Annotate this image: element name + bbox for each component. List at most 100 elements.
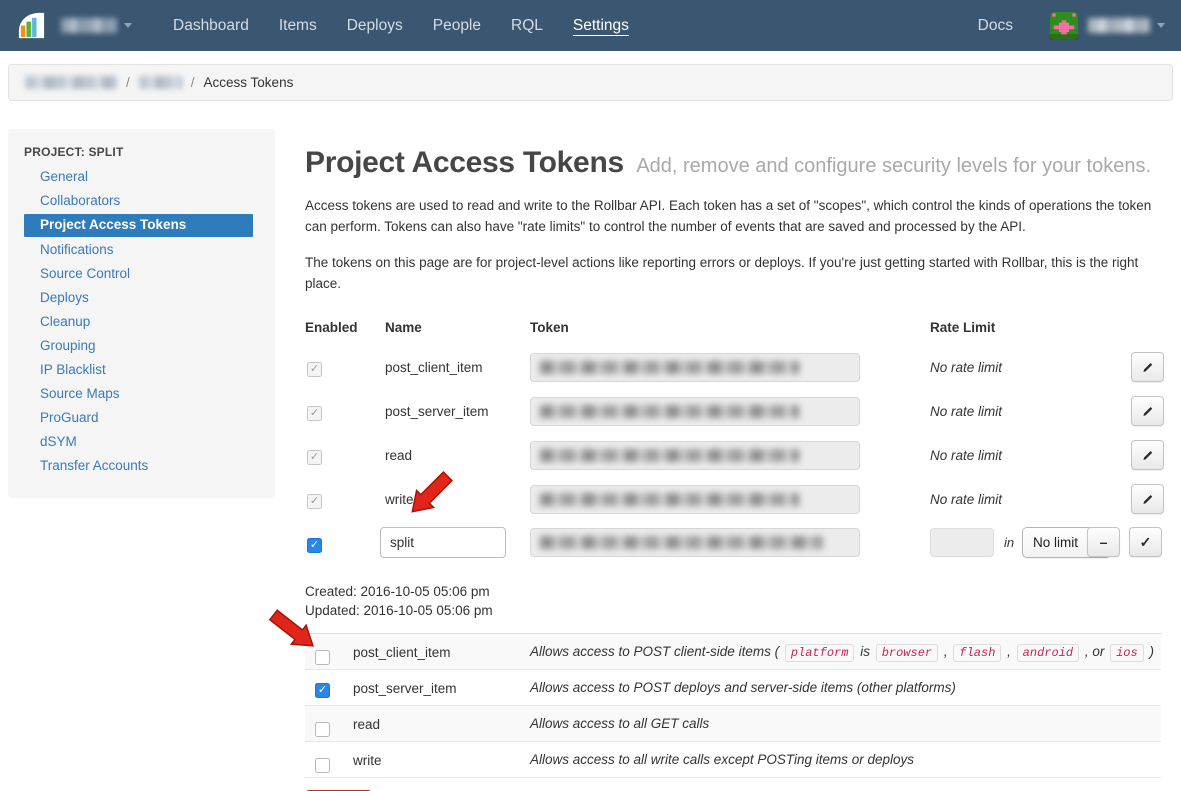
edit-token-button[interactable] — [1131, 396, 1164, 426]
sidebar-item[interactable]: IP Blacklist — [8, 358, 275, 382]
token-value-redacted[interactable] — [530, 353, 860, 382]
nav-right: Docs — [963, 12, 1165, 40]
sidebar-header: PROJECT: SPLIT — [8, 145, 275, 165]
breadcrumb-account-redacted[interactable] — [25, 76, 117, 89]
sidebar-item[interactable]: General — [8, 165, 275, 189]
edit-token-button[interactable] — [1131, 352, 1164, 382]
token-name: write — [385, 492, 414, 507]
breadcrumb-project-redacted[interactable] — [139, 76, 182, 89]
edit-token-button[interactable] — [1131, 440, 1164, 470]
scope-checkbox[interactable] — [315, 650, 330, 665]
remove-token-button[interactable]: – — [1087, 527, 1120, 557]
intro-paragraph: The tokens on this page are for project-… — [305, 252, 1161, 294]
token-name: post_client_item — [385, 360, 483, 375]
header-enabled: Enabled — [305, 320, 358, 335]
chevron-down-icon — [124, 23, 132, 28]
sidebar-item[interactable]: dSYM — [8, 430, 275, 454]
settings-sidebar: PROJECT: SPLIT General Collaborators Pro… — [8, 129, 275, 498]
sidebar-item[interactable]: Grouping — [8, 334, 275, 358]
nav-link[interactable]: Settings — [558, 17, 644, 35]
sidebar-item[interactable]: Project Access Tokens — [24, 214, 253, 237]
code-badge: browser — [876, 644, 938, 662]
scope-checkbox[interactable]: ✓ — [315, 683, 330, 698]
username-redacted[interactable] — [1088, 18, 1150, 33]
content: PROJECT: SPLIT General Collaborators Pro… — [0, 129, 1181, 791]
scope-description: Allows access to all GET calls — [530, 716, 709, 731]
chevron-down-icon — [1157, 23, 1165, 28]
code-badge: platform — [785, 644, 855, 662]
intro-paragraph: Access tokens are used to read and write… — [305, 195, 1161, 237]
sidebar-item[interactable]: Transfer Accounts — [8, 454, 275, 478]
nav-link[interactable]: Deploys — [332, 17, 418, 35]
header-name: Name — [385, 320, 422, 335]
main-panel: Project Access Tokens Add, remove and co… — [305, 129, 1161, 791]
project-switcher[interactable] — [61, 18, 132, 33]
code-badge: android — [1017, 644, 1079, 662]
docs-link[interactable]: Docs — [963, 17, 1028, 35]
edit-token-button[interactable] — [1131, 484, 1164, 514]
sidebar-item[interactable]: Cleanup — [8, 310, 275, 334]
created-label: Created: 2016-10-05 05:06 pm — [305, 582, 1161, 601]
confirm-token-button[interactable]: ✓ — [1129, 527, 1162, 557]
sidebar-item[interactable]: Source Control — [8, 262, 275, 286]
rate-limit-input[interactable] — [930, 528, 994, 557]
token-value-redacted[interactable] — [530, 397, 860, 426]
nav-link[interactable]: People — [418, 17, 496, 35]
scope-description: Allows access to POST deploys and server… — [530, 680, 956, 695]
token-edit-row: ✓ in No limit ▲▼ – ✓ — [305, 526, 1161, 574]
scope-row: write Allows access to all write calls e… — [305, 742, 1161, 778]
page-title: Project Access Tokens — [305, 146, 624, 179]
sidebar-item[interactable]: Collaborators — [8, 189, 275, 213]
breadcrumb: / / Access Tokens — [8, 64, 1173, 101]
token-name: post_server_item — [385, 404, 489, 419]
token-value-redacted[interactable] — [530, 528, 860, 557]
scope-description: Allows access to all write calls except … — [530, 752, 914, 767]
token-name-input[interactable] — [380, 527, 506, 558]
sidebar-item[interactable]: ProGuard — [8, 406, 275, 430]
title-row: Project Access Tokens Add, remove and co… — [305, 146, 1161, 180]
scope-row: read Allows access to all GET calls — [305, 706, 1161, 742]
scope-row: ✓ post_server_item Allows access to POST… — [305, 670, 1161, 706]
header-rate-limit: Rate Limit — [930, 320, 995, 335]
nav-link[interactable]: RQL — [496, 17, 558, 35]
rate-limit-in-label: in — [1004, 535, 1014, 550]
sidebar-item[interactable]: Deploys — [8, 286, 275, 310]
token-name: read — [385, 448, 412, 463]
code-badge: flash — [953, 644, 1001, 662]
enabled-checkbox: ✓ — [307, 450, 322, 465]
scope-checkbox[interactable] — [315, 722, 330, 737]
nav-links: Dashboard Items Deploys People RQL Setti… — [158, 17, 644, 35]
token-row: ✓ read No rate limit — [305, 438, 1161, 482]
token-table-header: Enabled Name Token Rate Limit — [305, 320, 1161, 350]
header-token: Token — [530, 320, 569, 335]
sidebar-item[interactable]: Notifications — [8, 238, 275, 262]
nav-link[interactable]: Items — [264, 17, 332, 35]
scope-checkbox[interactable] — [315, 758, 330, 773]
token-rows: ✓ post_client_item No rate limit ✓ post_… — [305, 350, 1161, 526]
enabled-checkbox: ✓ — [307, 406, 322, 421]
sidebar-items: General Collaborators Project Access Tok… — [8, 165, 275, 478]
token-rate-limit: No rate limit — [930, 492, 1002, 507]
token-row: ✓ write No rate limit — [305, 482, 1161, 526]
enabled-checkbox[interactable]: ✓ — [307, 538, 322, 553]
nav-link[interactable]: Dashboard — [158, 17, 264, 35]
token-rate-limit: No rate limit — [930, 360, 1002, 375]
pencil-icon — [1141, 361, 1154, 374]
sidebar-item[interactable]: Source Maps — [8, 382, 275, 406]
breadcrumb-current: Access Tokens — [204, 75, 294, 90]
scope-table: post_client_item Allows access to POST c… — [305, 634, 1161, 778]
project-name-redacted — [61, 18, 117, 33]
token-row: ✓ post_client_item No rate limit — [305, 350, 1161, 394]
enabled-checkbox: ✓ — [307, 494, 322, 509]
token-rate-limit: No rate limit — [930, 404, 1002, 419]
token-value-redacted[interactable] — [530, 485, 860, 514]
scope-name: post_client_item — [353, 645, 451, 660]
rate-limit-select-value: No limit — [1033, 535, 1078, 550]
rollbar-settings-page: Dashboard Items Deploys People RQL Setti… — [0, 0, 1181, 791]
user-avatar[interactable] — [1050, 12, 1078, 40]
pencil-icon — [1141, 405, 1154, 418]
token-value-redacted[interactable] — [530, 441, 860, 470]
token-rate-limit: No rate limit — [930, 448, 1002, 463]
rollbar-logo-icon[interactable] — [16, 10, 47, 41]
pencil-icon — [1141, 493, 1154, 506]
